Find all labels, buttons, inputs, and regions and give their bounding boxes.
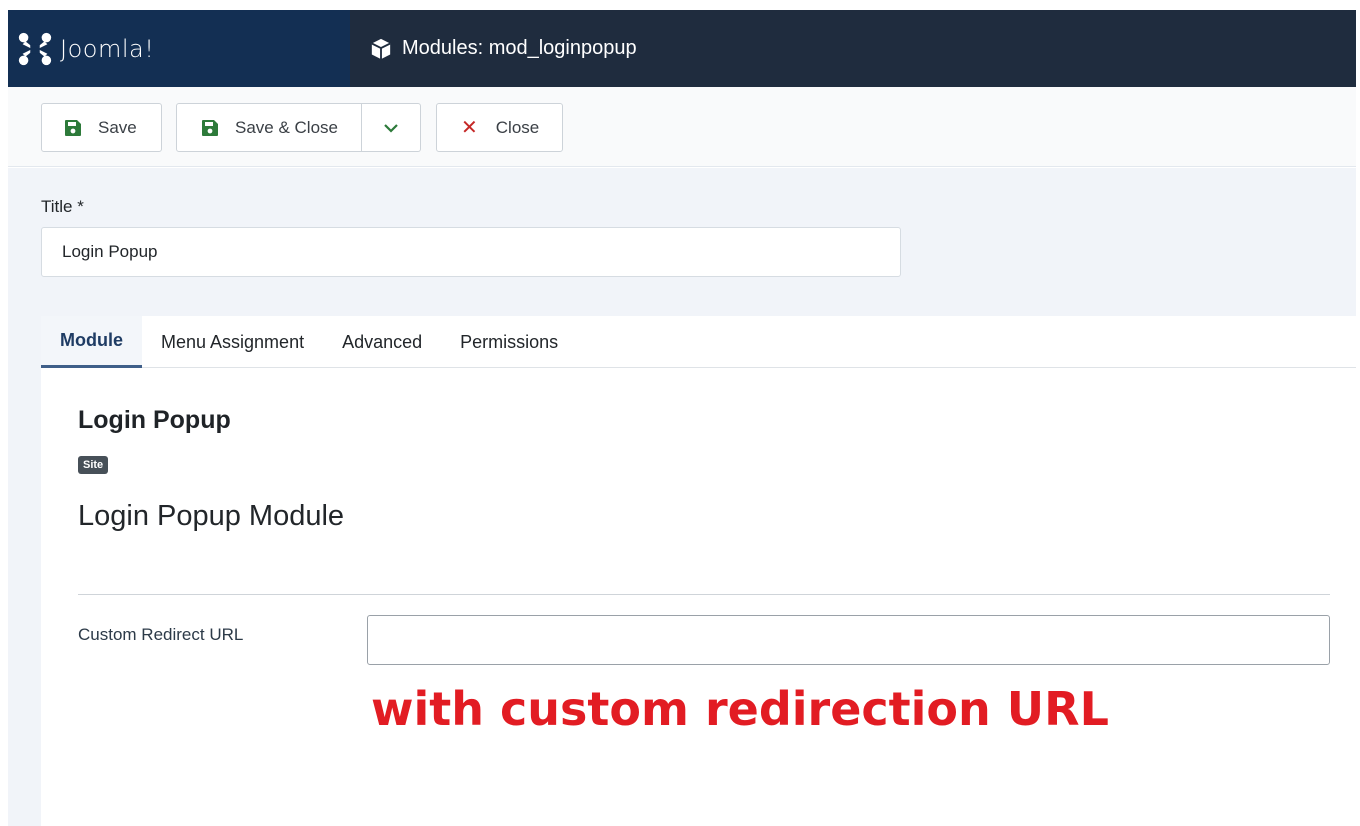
page-title: Modules: mod_loginpopup (402, 37, 637, 59)
annotation-caption: with custom redirection URL (371, 682, 1109, 736)
joomla-logo-icon (18, 32, 52, 65)
brand-name: Joomla! (60, 34, 155, 63)
tab-module[interactable]: Module (41, 316, 142, 368)
toolbar: Save Save & Close ✕ Close (8, 87, 1356, 167)
save-and-close-button[interactable]: Save & Close (176, 103, 362, 152)
cube-icon (371, 38, 391, 59)
tab-bar: Module Menu Assignment Advanced Permissi… (41, 316, 1356, 368)
save-and-close-label: Save & Close (235, 117, 338, 137)
site-badge: Site (78, 456, 109, 474)
close-button[interactable]: ✕ Close (436, 103, 563, 152)
divider (78, 594, 1330, 595)
floppy-disk-icon (202, 119, 218, 136)
custom-redirect-url-label: Custom Redirect URL (78, 625, 244, 644)
main-content: Title * Module Menu Assignment Advanced … (8, 168, 1356, 826)
save-label: Save (98, 117, 137, 137)
save-button[interactable]: Save (41, 103, 162, 152)
save-options-dropdown-button[interactable] (362, 103, 421, 152)
module-description: Login Popup Module (78, 500, 345, 532)
custom-redirect-url-input[interactable] (367, 615, 1330, 665)
tab-permissions[interactable]: Permissions (441, 316, 577, 368)
tab-menu-assignment[interactable]: Menu Assignment (142, 316, 323, 368)
title-input[interactable] (41, 227, 901, 277)
close-icon: ✕ (461, 117, 478, 139)
title-label: Title * (41, 197, 84, 216)
page-header: Modules: mod_loginpopup (350, 10, 1356, 87)
module-name: Login Popup (78, 406, 231, 434)
close-label: Close (495, 117, 540, 137)
top-header: Joomla! Modules: mod_loginpopup (8, 10, 1356, 87)
brand-area[interactable]: Joomla! (8, 10, 350, 87)
floppy-disk-icon (65, 119, 81, 136)
chevron-down-icon (384, 123, 398, 133)
tab-advanced[interactable]: Advanced (323, 316, 441, 368)
module-panel: Module Menu Assignment Advanced Permissi… (41, 316, 1356, 826)
